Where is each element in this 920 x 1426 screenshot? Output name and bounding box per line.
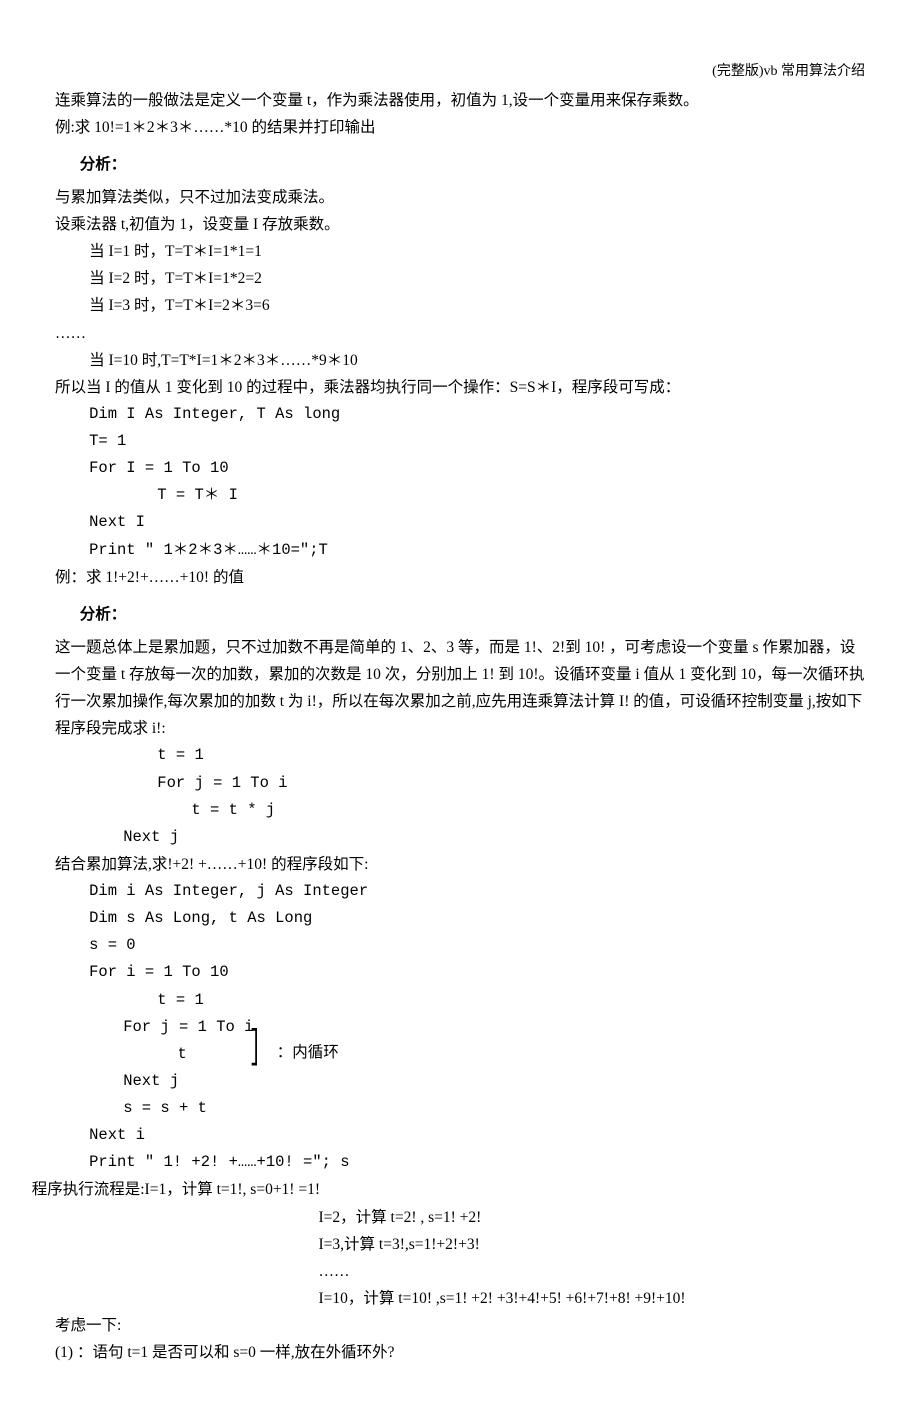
analysis-heading-1: 分析： xyxy=(55,151,865,178)
bracket-icon: ] xyxy=(249,1038,261,1058)
s2-codeb10: Next i xyxy=(55,1122,865,1149)
s2-flow1: 程序执行流程是:I=1，计算 t=1!, s=0+1! =1! xyxy=(32,1176,865,1203)
s2-code3: t = t * j xyxy=(55,797,865,824)
s2-flow5: I=10，计算 t=10! ,s=1! +2! +3!+4!+5! +6!+7!… xyxy=(55,1285,865,1312)
s1-code5: Next I xyxy=(55,509,865,536)
s2-codeb2: Dim s As Long, t As Long xyxy=(55,905,865,932)
s2-code4: Next j xyxy=(55,824,865,851)
s1-code3: For I = 1 To 10 xyxy=(55,455,865,482)
s1-step2: 当 I=2 时，T=T＊I=1*2=2 xyxy=(55,265,865,292)
page-header: (完整版)vb 常用算法介绍 xyxy=(55,60,865,85)
s2-codeb1: Dim i As Integer, j As Integer xyxy=(55,878,865,905)
s2-codeb9: s = s + t xyxy=(55,1095,865,1122)
s2-code1: t = 1 xyxy=(55,742,865,769)
s1-line2: 设乘法器 t,初值为 1，设变量 I 存放乘数。 xyxy=(55,211,865,238)
s2-flow4: …… xyxy=(55,1258,865,1285)
s1-code6: Print " 1＊2＊3＊……＊10=";T xyxy=(55,537,865,564)
s2-codeb6: For j = 1 To i xyxy=(123,1014,253,1041)
s1-code2: T= 1 xyxy=(55,428,865,455)
s2-codeb11: Print " 1! +2! +……+10! ="; s xyxy=(55,1149,865,1176)
s2-codeb3: s = 0 xyxy=(55,932,865,959)
s1-step1: 当 I=1 时，T=T＊I=1*1=1 xyxy=(55,238,865,265)
s1-line4: 例：求 1!+2!+……+10! 的值 xyxy=(55,564,865,591)
s2-line2: 结合累加算法,求!+2! +……+10! 的程序段如下: xyxy=(55,851,865,878)
s2-flow3: I=3,计算 t=3!,s=1!+2!+3! xyxy=(55,1231,865,1258)
s1-code1: Dim I As Integer, T As long xyxy=(55,401,865,428)
intro-line2: 例:求 10!=1＊2＊3＊……*10 的结果并打印输出 xyxy=(55,114,865,141)
s1-code4: T = T＊ I xyxy=(55,482,865,509)
s2-think: 考虑一下: xyxy=(55,1312,865,1339)
bracket-label: ：内循环 xyxy=(277,1044,339,1062)
intro-line1: 连乘算法的一般做法是定义一个变量 t，作为乘法器使用，初值为 1,设一个变量用来… xyxy=(55,87,865,114)
s1-line3: 所以当 I 的值从 1 变化到 10 的过程中，乘法器均执行同一个操作：S=S＊… xyxy=(55,374,865,401)
s1-dots: …… xyxy=(55,320,865,347)
s2-codeb5: t = 1 xyxy=(55,987,865,1014)
inner-loop-block: For j = 1 To i t Next j ] ：内循环 xyxy=(55,1014,253,1095)
s2-codeb7: t xyxy=(123,1041,253,1068)
bracket-annotation: ] ：内循环 xyxy=(243,1040,338,1068)
s2-codeb8: Next j xyxy=(123,1068,253,1095)
s2-codeb4: For i = 1 To 10 xyxy=(55,959,865,986)
s1-step10: 当 I=10 时,T=T*I=1＊2＊3＊……*9＊10 xyxy=(55,347,865,374)
s2-para: 这一题总体上是累加题，只不过加数不再是简单的 1、2、3 等，而是 1!、2!到… xyxy=(55,634,865,743)
s1-step3: 当 I=3 时，T=T＊I=2＊3=6 xyxy=(55,292,865,319)
s2-q1: (1) ：语句 t=1 是否可以和 s=0 一样,放在外循环外? xyxy=(55,1339,865,1366)
s1-line1: 与累加算法类似，只不过加法变成乘法。 xyxy=(55,184,865,211)
s2-code2: For j = 1 To i xyxy=(55,770,865,797)
s2-flow2: I=2，计算 t=2! , s=1! +2! xyxy=(55,1204,865,1231)
analysis-heading-2: 分析： xyxy=(55,601,865,628)
